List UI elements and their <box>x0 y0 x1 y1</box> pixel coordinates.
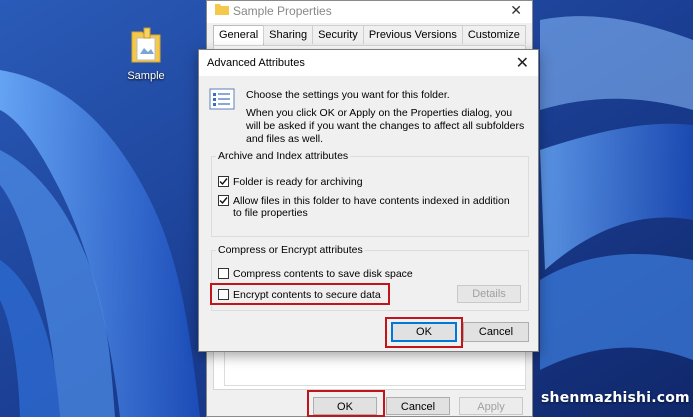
folder-icon <box>215 3 229 18</box>
compress-option[interactable]: Compress contents to save disk space <box>218 268 518 280</box>
archive-checkbox[interactable] <box>218 176 229 187</box>
properties-titlebar: Sample Properties ✕ <box>207 1 532 23</box>
index-checkbox[interactable] <box>218 195 229 206</box>
index-label: Allow files in this folder to have conte… <box>233 195 510 219</box>
properties-apply-button[interactable]: Apply <box>459 397 523 415</box>
compress-group-title: Compress or Encrypt attributes <box>216 244 365 256</box>
properties-tabs: General Sharing Security Previous Versio… <box>213 25 526 46</box>
close-icon[interactable]: ✕ <box>516 53 529 73</box>
advanced-title: Advanced Attributes <box>207 57 305 69</box>
properties-title: Sample Properties <box>233 4 332 18</box>
desktop-icon-sample[interactable]: Sample <box>118 24 174 82</box>
advanced-titlebar: Advanced Attributes ✕ <box>199 50 538 76</box>
folder-icon <box>128 24 164 66</box>
settings-list-icon <box>209 88 235 110</box>
compress-label: Compress contents to save disk space <box>233 268 413 280</box>
close-icon[interactable]: ✕ <box>510 2 522 19</box>
advanced-cancel-button[interactable]: Cancel <box>463 322 529 342</box>
archive-index-group: Archive and Index attributes Folder is r… <box>211 150 529 237</box>
intro-line-1: Choose the settings you want for this fo… <box>246 89 450 101</box>
advanced-intro: Choose the settings you want for this fo… <box>246 89 528 146</box>
tab-previous-versions[interactable]: Previous Versions <box>362 25 463 44</box>
advanced-attributes-dialog: Advanced Attributes ✕ Choose the setting… <box>198 49 539 352</box>
highlight-properties-ok <box>307 390 385 417</box>
highlight-advanced-ok <box>385 317 463 348</box>
watermark-text: shenmazhishi.com <box>541 390 690 406</box>
tab-sharing[interactable]: Sharing <box>263 25 314 44</box>
archive-label: Folder is ready for archiving <box>233 176 363 188</box>
tab-customize[interactable]: Customize <box>461 25 526 44</box>
tab-security[interactable]: Security <box>312 25 364 44</box>
tab-general[interactable]: General <box>213 25 265 46</box>
archive-group-title: Archive and Index attributes <box>216 150 351 162</box>
intro-line-2: When you click OK or Apply on the Proper… <box>246 107 525 145</box>
archive-option[interactable]: Folder is ready for archiving <box>218 176 518 188</box>
highlight-encrypt-option <box>210 283 390 305</box>
compress-checkbox[interactable] <box>218 268 229 279</box>
properties-cancel-button[interactable]: Cancel <box>386 397 450 415</box>
index-option[interactable]: Allow files in this folder to have conte… <box>218 195 518 219</box>
details-button[interactable]: Details <box>457 285 521 303</box>
desktop-icon-label: Sample <box>127 70 165 82</box>
